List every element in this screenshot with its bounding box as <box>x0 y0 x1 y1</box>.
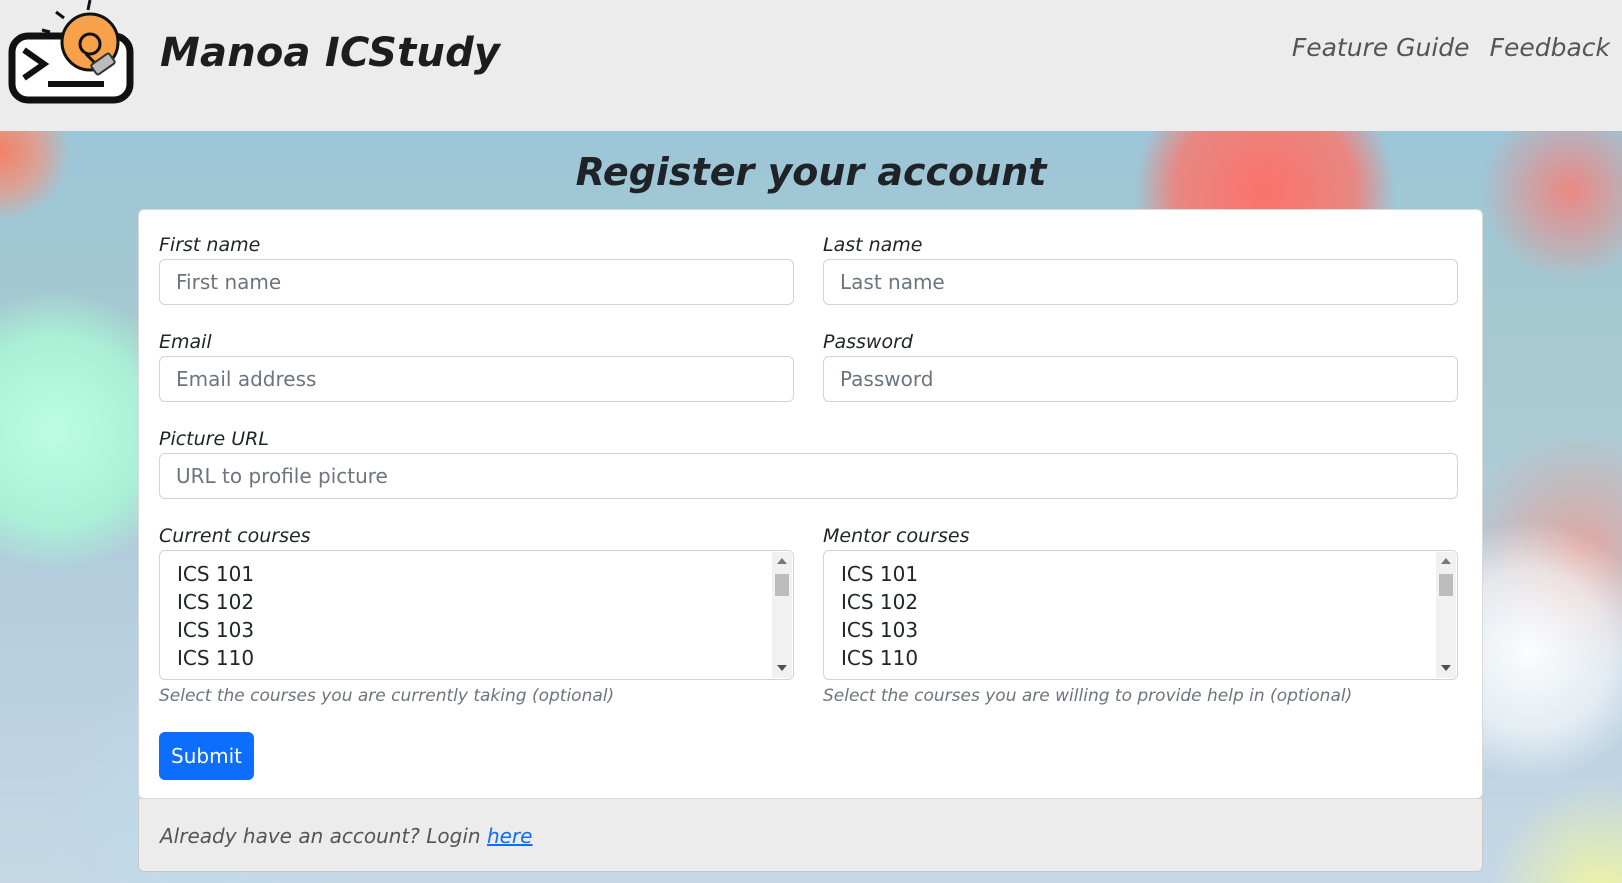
mentor-courses-scrollbar[interactable] <box>1436 552 1456 678</box>
last-name-label: Last name <box>823 234 923 256</box>
picture-url-label: Picture URL <box>159 428 269 450</box>
login-link[interactable]: here <box>487 824 533 848</box>
picture-url-input[interactable] <box>159 453 1458 499</box>
page-title: Register your account <box>575 150 1047 194</box>
mentor-course-option[interactable]: ICS 110 <box>841 646 918 670</box>
navbar: Manoa ICStudy Feature Guide Feedback <box>0 0 1622 131</box>
password-input[interactable] <box>823 356 1458 402</box>
login-prompt-text: Already have an account? Login <box>160 824 487 848</box>
mentor-course-option[interactable]: ICS 103 <box>841 618 918 642</box>
submit-button[interactable]: Submit <box>159 732 254 780</box>
last-name-input[interactable] <box>823 259 1458 305</box>
email-input[interactable] <box>159 356 794 402</box>
current-courses-select[interactable]: ICS 101 ICS 102 ICS 103 ICS 110 <box>159 550 794 680</box>
current-courses-scrollbar[interactable] <box>772 552 792 678</box>
current-course-option[interactable]: ICS 101 <box>177 562 254 586</box>
nav-link-feedback[interactable]: Feedback <box>1490 33 1610 62</box>
current-courses-label: Current courses <box>159 525 311 547</box>
scroll-down-icon[interactable] <box>1441 665 1451 671</box>
brand-title[interactable]: Manoa ICStudy <box>160 30 500 76</box>
scroll-up-icon[interactable] <box>1441 558 1451 564</box>
current-course-option[interactable]: ICS 103 <box>177 618 254 642</box>
logo-icon[interactable] <box>8 0 140 106</box>
mentor-courses-select[interactable]: ICS 101 ICS 102 ICS 103 ICS 110 <box>823 550 1458 680</box>
mentor-course-option[interactable]: ICS 101 <box>841 562 918 586</box>
current-course-option[interactable]: ICS 102 <box>177 590 254 614</box>
scroll-up-icon[interactable] <box>777 558 787 564</box>
mentor-courses-label: Mentor courses <box>823 525 970 547</box>
password-label: Password <box>823 331 913 353</box>
nav-links: Feature Guide Feedback <box>1292 33 1610 62</box>
current-course-option[interactable]: ICS 110 <box>177 646 254 670</box>
scroll-thumb[interactable] <box>775 574 789 596</box>
first-name-input[interactable] <box>159 259 794 305</box>
mentor-course-option[interactable]: ICS 102 <box>841 590 918 614</box>
current-courses-help: Select the courses you are currently tak… <box>159 686 615 706</box>
first-name-label: First name <box>159 234 261 256</box>
scroll-thumb[interactable] <box>1439 574 1453 596</box>
nav-link-feature-guide[interactable]: Feature Guide <box>1292 33 1470 62</box>
mentor-courses-help: Select the courses you are willing to pr… <box>823 686 1353 706</box>
email-label: Email <box>159 331 212 353</box>
login-footer: Already have an account? Login here <box>138 799 1483 872</box>
login-prompt: Already have an account? Login here <box>160 824 532 848</box>
scroll-down-icon[interactable] <box>777 665 787 671</box>
